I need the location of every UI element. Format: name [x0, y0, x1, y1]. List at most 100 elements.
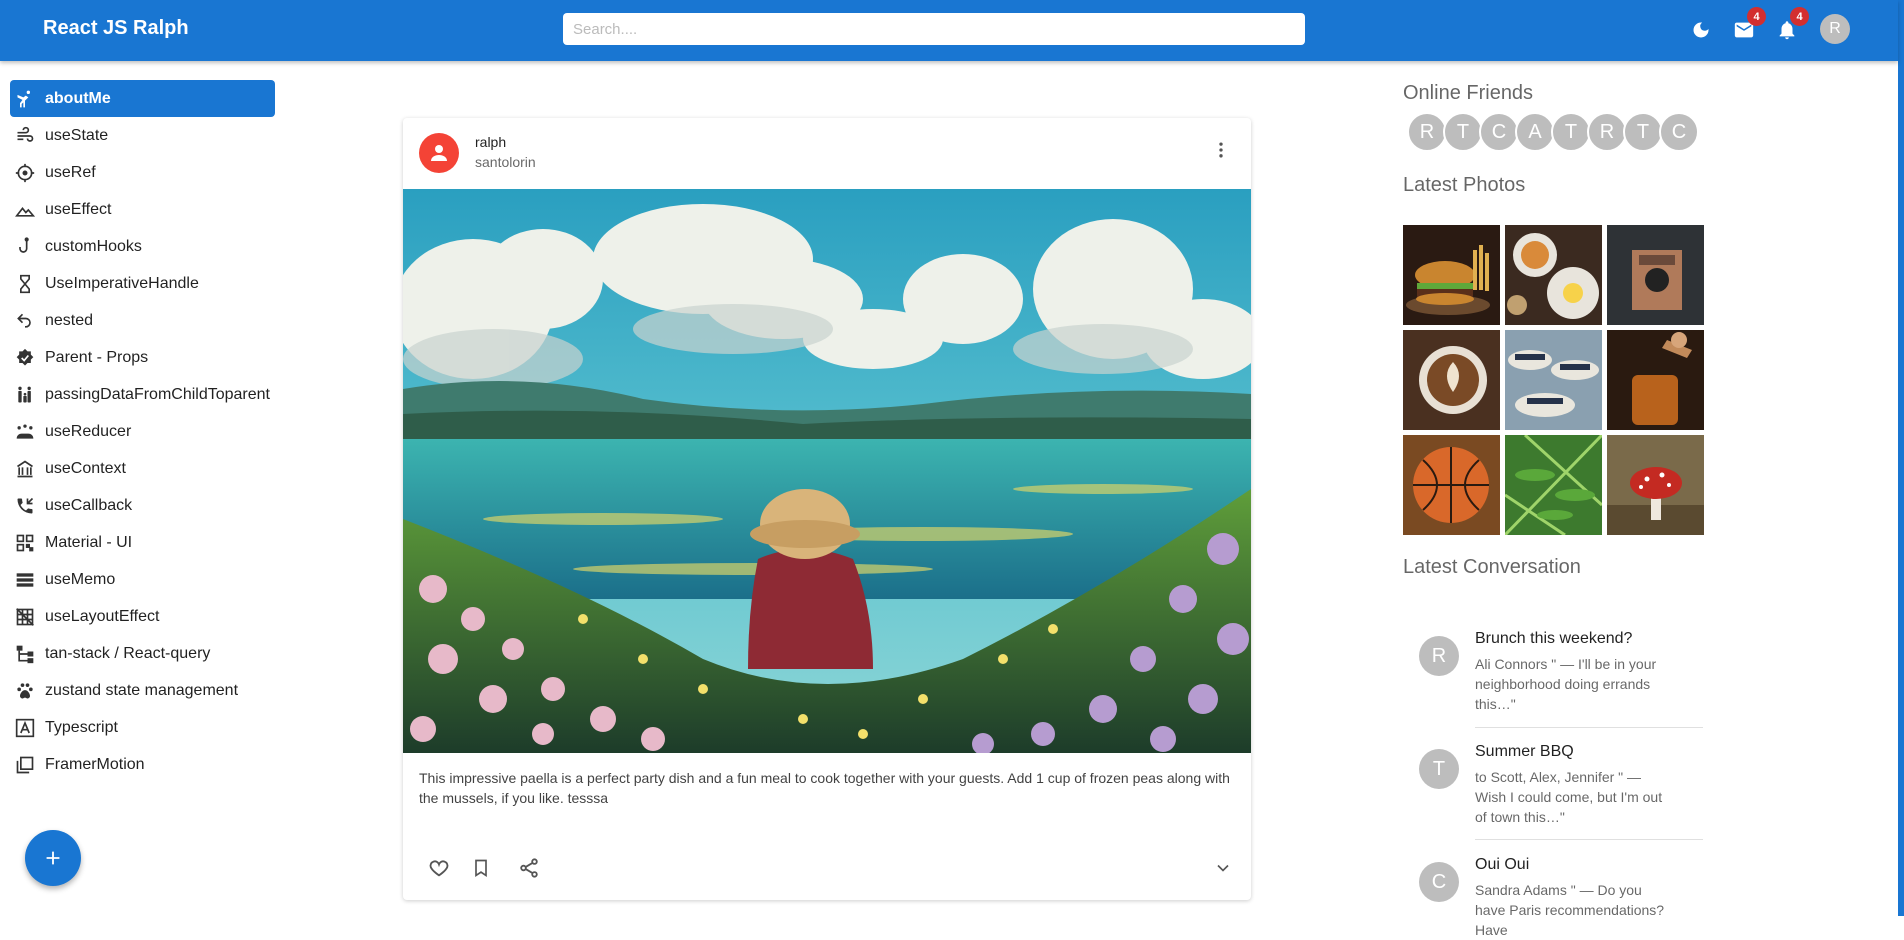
badge-check-icon — [13, 346, 37, 370]
post-body: This impressive paella is a perfect part… — [419, 770, 1230, 806]
sidebar-item-label: useState — [45, 126, 109, 144]
sidebar-item-zustand[interactable]: zustand state management — [10, 672, 280, 709]
person-icon — [431, 145, 447, 161]
sidebar-item-label: zustand state management — [45, 681, 239, 699]
sidebar-item-label: useContext — [45, 459, 126, 477]
grid-off-icon — [13, 605, 37, 629]
conversation-avatar: R — [1419, 636, 1459, 676]
post-username: ralph — [475, 134, 507, 150]
sidebar-item-label: Parent - Props — [45, 348, 149, 366]
divider — [1475, 727, 1703, 728]
post-subheader: santolorin — [475, 154, 536, 170]
sidebar-item-usecontext[interactable]: useContext — [10, 450, 280, 487]
hourglass-icon — [13, 272, 37, 296]
sidebar-item-useeffect[interactable]: useEffect — [10, 191, 280, 228]
sidebar-item-typescript[interactable]: Typescript — [10, 709, 280, 746]
friend-avatar[interactable]: C — [1479, 112, 1519, 152]
friend-avatar[interactable]: T — [1443, 112, 1483, 152]
scrollbar[interactable] — [1898, 0, 1904, 916]
mail-icon[interactable]: 4 — [1730, 7, 1766, 44]
sidebar-item-label: tan-stack / React-query — [45, 644, 211, 662]
conversation-avatar: C — [1419, 862, 1459, 902]
conversation-title: Brunch this weekend? — [1475, 630, 1633, 647]
post-header: ralph santolorin — [403, 118, 1251, 189]
divider — [1475, 839, 1703, 840]
photo-burger[interactable] — [1403, 225, 1500, 325]
landscape-icon — [13, 198, 37, 222]
sidebar-item-usecallback[interactable]: useCallback — [10, 487, 280, 524]
sidebar-item-customhooks[interactable]: customHooks — [10, 228, 280, 265]
friend-avatar[interactable]: T — [1551, 112, 1591, 152]
online-friends-title: Online Friends — [1403, 82, 1534, 104]
sidebar-item-label: passingDataFromChildToparent — [45, 385, 270, 403]
post-image — [403, 189, 1251, 753]
notifications-badge: 4 — [1790, 7, 1809, 26]
add-icon — [46, 851, 60, 865]
more-vert-icon[interactable] — [1209, 138, 1233, 162]
sidebar-item-label: customHooks — [45, 237, 142, 255]
sidebar: aboutMe useState useRef useEffect custom… — [10, 80, 280, 783]
wind-icon — [13, 124, 37, 148]
bookmark-icon[interactable] — [469, 856, 493, 880]
photo-mushroom[interactable] — [1607, 435, 1704, 535]
sidebar-item-useimperativehandle[interactable]: UseImperativeHandle — [10, 265, 280, 302]
friend-avatar[interactable]: T — [1623, 112, 1663, 152]
photo-basketball[interactable] — [1403, 435, 1500, 535]
sidebar-item-framermotion[interactable]: FramerMotion — [10, 746, 280, 783]
karate-icon — [13, 87, 37, 111]
photo-coffee[interactable] — [1403, 330, 1500, 430]
app-bar: React JS Ralph 4 4 R — [0, 0, 1898, 61]
target-icon — [13, 161, 37, 185]
sidebar-item-label: aboutMe — [45, 89, 111, 107]
friend-avatar[interactable]: R — [1587, 112, 1627, 152]
photo-hats[interactable] — [1505, 330, 1602, 430]
app-title: React JS Ralph — [43, 17, 189, 39]
post-avatar[interactable] — [419, 133, 459, 173]
notifications-icon[interactable]: 4 — [1773, 7, 1809, 44]
user-avatar[interactable]: R — [1820, 14, 1850, 44]
share-icon[interactable] — [517, 856, 541, 880]
sidebar-item-label: useReducer — [45, 422, 132, 440]
sidebar-item-tanstack[interactable]: tan-stack / React-query — [10, 635, 280, 672]
sidebar-item-parent-props[interactable]: Parent - Props — [10, 339, 280, 376]
mail-badge: 4 — [1747, 7, 1766, 26]
sidebar-item-material-ui[interactable]: Material - UI — [10, 524, 280, 561]
add-button[interactable] — [25, 830, 81, 886]
sidebar-item-nested[interactable]: nested — [10, 302, 280, 339]
sidebar-item-label: useCallback — [45, 496, 133, 514]
search-input[interactable] — [563, 13, 1305, 45]
conversation-snippet: Ali Connors " — I'll be in your neighbor… — [1475, 656, 1657, 712]
photo-breakfast[interactable] — [1505, 225, 1602, 325]
sidebar-item-useref[interactable]: useRef — [10, 154, 280, 191]
sidebar-item-label: nested — [45, 311, 94, 329]
sidebar-item-aboutme[interactable]: aboutMe — [10, 80, 275, 117]
photo-fern[interactable] — [1505, 435, 1602, 535]
sidebar-item-usestate[interactable]: useState — [10, 117, 280, 154]
filter-none-icon — [13, 753, 37, 777]
friend-avatar[interactable]: R — [1407, 112, 1447, 152]
sidebar-item-passingdata[interactable]: passingDataFromChildToparent — [10, 376, 280, 413]
friend-avatar[interactable]: C — [1659, 112, 1699, 152]
photo-camera[interactable] — [1607, 225, 1704, 325]
sidebar-item-usereducer[interactable]: useReducer — [10, 413, 280, 450]
sidebar-item-label: FramerMotion — [45, 755, 145, 773]
conversation-title: Summer BBQ — [1475, 743, 1574, 760]
favorite-icon[interactable] — [427, 856, 451, 880]
photo-honey[interactable] — [1607, 330, 1704, 430]
expand-more-icon[interactable] — [1211, 856, 1235, 880]
font-box-icon — [13, 716, 37, 740]
conversation-title: Oui Oui — [1475, 856, 1530, 873]
friend-avatar[interactable]: A — [1515, 112, 1555, 152]
sidebar-item-usememo[interactable]: useMemo — [10, 561, 280, 598]
paw-icon — [13, 679, 37, 703]
undo-icon — [13, 309, 37, 333]
dark-mode-icon[interactable] — [1687, 16, 1715, 44]
sidebar-item-label: useRef — [45, 163, 96, 181]
sidebar-item-label: Material - UI — [45, 533, 133, 551]
museum-icon — [13, 457, 37, 481]
sidebar-item-uselayouteffect[interactable]: useLayoutEffect — [10, 598, 280, 635]
sidebar-item-label: useEffect — [45, 200, 112, 218]
conversation-avatar: T — [1419, 749, 1459, 789]
latest-photos-title: Latest Photos — [1403, 174, 1526, 196]
conversation-snippet: Sandra Adams " — Do you have Paris recom… — [1475, 882, 1665, 938]
